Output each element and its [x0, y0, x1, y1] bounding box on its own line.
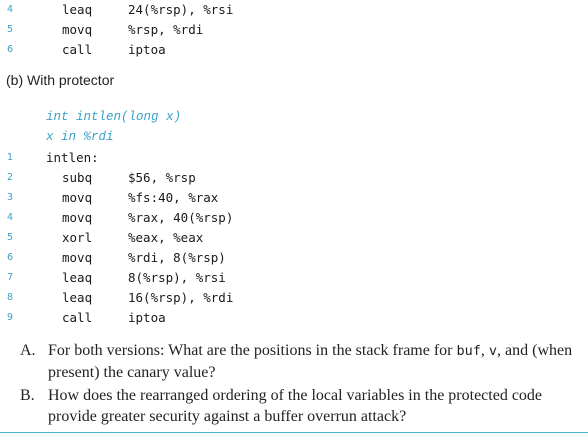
instruction: xorl: [62, 230, 93, 245]
instruction: call: [62, 42, 93, 57]
operands: %rsp, %rdi: [128, 22, 204, 37]
operands: iptoa: [128, 310, 166, 325]
bottom-rule: [0, 432, 588, 433]
operands: iptoa: [128, 42, 166, 57]
line-number: 7: [6, 272, 14, 283]
line-number: 9: [6, 312, 14, 323]
code-line: 8 leaq 16(%rsp), %rdi: [0, 290, 588, 310]
operands: 16(%rsp), %rdi: [128, 290, 234, 305]
question-letter: B.: [20, 387, 35, 404]
question-text-part: ,: [480, 342, 489, 359]
protected-listing: int intlen(long x) x in %rdi 1 intlen: 2…: [0, 108, 588, 328]
operands: %fs:40, %rax: [128, 190, 219, 205]
code-buf: buf: [456, 343, 481, 359]
instruction: leaq: [62, 290, 93, 305]
operands: $56, %rsp: [128, 170, 196, 185]
question-text: How does the rearranged ordering of the …: [48, 387, 543, 425]
instruction: leaq: [62, 2, 93, 17]
line-number: 5: [6, 232, 14, 243]
line-number: 4: [6, 4, 14, 15]
instruction: call: [62, 310, 93, 325]
question-a: A. For both versions: What are the posit…: [20, 340, 588, 382]
code-line: 4 leaq 24(%rsp), %rsi: [0, 2, 588, 22]
instruction: movq: [62, 22, 93, 37]
instruction: movq: [62, 210, 93, 225]
line-number: 1: [6, 152, 14, 163]
code-line: 7 leaq 8(%rsp), %rsi: [0, 270, 588, 290]
section-heading: (b) With protector: [6, 72, 115, 88]
code-line: 6 call iptoa: [0, 42, 588, 62]
code-line: 3 movq %fs:40, %rax: [0, 190, 588, 210]
prototype-comment: int intlen(long x): [46, 110, 182, 124]
question-letter: A.: [20, 342, 36, 359]
code-line: 5 xorl %eax, %eax: [0, 230, 588, 250]
instruction: leaq: [62, 270, 93, 285]
line-number: 4: [6, 212, 14, 223]
code-line: 5 movq %rsp, %rdi: [0, 22, 588, 42]
code-line: 9 call iptoa: [0, 310, 588, 330]
code-line: 6 movq %rdi, 8(%rsp): [0, 250, 588, 270]
instruction: subq: [62, 170, 93, 185]
function-label: intlen:: [46, 150, 99, 165]
code-line: 4 movq %rax, 40(%rsp): [0, 210, 588, 230]
code-v: v: [488, 343, 498, 359]
instruction: movq: [62, 250, 93, 265]
question-text: For both versions: What are the position…: [48, 340, 588, 383]
operands: %rdi, 8(%rsp): [128, 250, 226, 265]
instruction: movq: [62, 190, 93, 205]
line-number: 6: [6, 252, 14, 263]
question-text-part: For both versions: What are the position…: [48, 342, 457, 359]
operands: %eax, %eax: [128, 230, 204, 245]
operands: %rax, 40(%rsp): [128, 210, 234, 225]
operands: 24(%rsp), %rsi: [128, 2, 234, 17]
argument-comment: x in %rdi: [46, 130, 114, 144]
question-b: B. How does the rearranged ordering of t…: [20, 385, 588, 427]
line-number: 2: [6, 172, 14, 183]
code-line: 2 subq $56, %rsp: [0, 170, 588, 190]
line-number: 5: [6, 24, 14, 35]
line-number: 6: [6, 44, 14, 55]
top-listing: 4 leaq 24(%rsp), %rsi 5 movq %rsp, %rdi …: [0, 0, 588, 64]
line-number: 8: [6, 292, 14, 303]
operands: 8(%rsp), %rsi: [128, 270, 226, 285]
code-line: 1 intlen:: [0, 150, 588, 170]
line-number: 3: [6, 192, 14, 203]
